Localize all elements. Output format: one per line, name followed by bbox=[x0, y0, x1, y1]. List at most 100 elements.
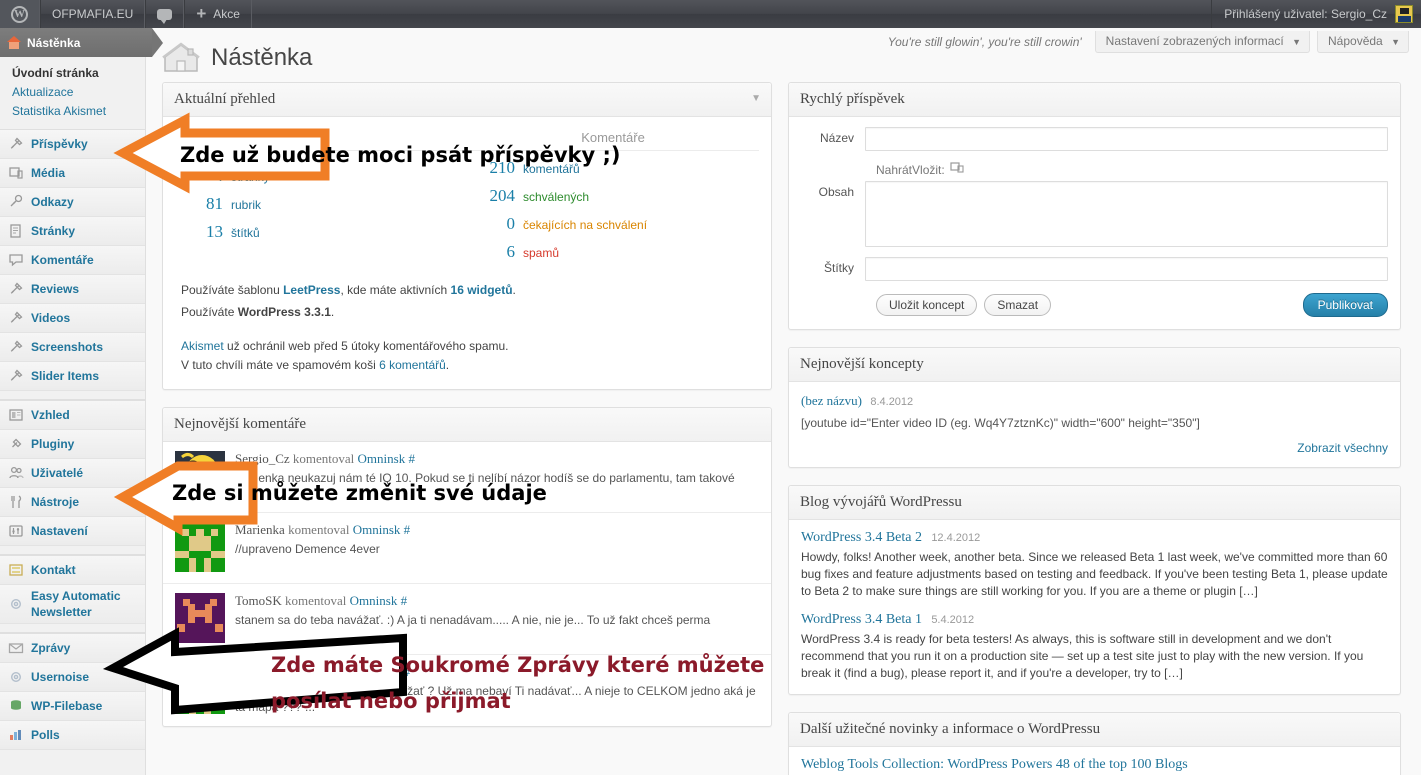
list-item[interactable]: Sergio_Cz komentoval Omninsk # Marienka … bbox=[163, 442, 771, 513]
rss-item-link[interactable]: WordPress 3.4 Beta 1 bbox=[801, 612, 922, 627]
submenu-item-akismet-stats[interactable]: Statistika Akismet bbox=[0, 102, 145, 121]
other-news-header[interactable]: Další užitečné novinky a informace o Wor… bbox=[789, 713, 1400, 747]
quickpress-title-row: Název bbox=[801, 127, 1388, 151]
right-now-label[interactable]: čekajících na schválení bbox=[523, 218, 647, 232]
sidebar-item-zpravy[interactable]: Zprávy bbox=[0, 634, 145, 663]
comment-meta: Sergio_Cz komentoval Omninsk # bbox=[235, 451, 759, 467]
sidebar-item-polls[interactable]: Polls bbox=[0, 721, 145, 750]
chevron-down-icon[interactable]: ▼ bbox=[751, 93, 761, 104]
sidebar-item-label: Slider Items bbox=[31, 369, 100, 383]
list-item: (bez názvu) 8.4.2012 bbox=[801, 392, 1388, 411]
sidebar-item-videos[interactable]: Videos bbox=[0, 304, 145, 333]
rss-item-link[interactable]: Weblog Tools Collection: WordPress Power… bbox=[801, 757, 1188, 772]
add-media-icon[interactable] bbox=[950, 161, 965, 178]
comment-post-link[interactable]: Omninsk bbox=[353, 664, 401, 679]
house-icon bbox=[162, 42, 200, 74]
new-content-menu[interactable]: + Akce bbox=[184, 0, 252, 28]
sidebar-item-easy-automatic-newsletter[interactable]: Easy Automatic Newsletter bbox=[0, 585, 145, 624]
comment-permalink[interactable]: # bbox=[401, 593, 408, 608]
spam-queue-link[interactable]: 6 komentářů bbox=[379, 358, 446, 372]
right-now-row: 0 čekajících na schválení bbox=[467, 210, 759, 238]
list-item[interactable]: Marienka komentoval Omninsk # //upraveno… bbox=[163, 513, 771, 584]
contact-icon bbox=[7, 561, 25, 579]
sidebar-item-label: Easy Automatic Newsletter bbox=[31, 589, 121, 619]
sidebar-item-reviews[interactable]: Reviews bbox=[0, 275, 145, 304]
comment-permalink[interactable]: # bbox=[404, 664, 411, 679]
right-now-label[interactable]: komentářů bbox=[523, 162, 580, 176]
quickpress-content-textarea[interactable] bbox=[865, 181, 1388, 247]
list-item[interactable]: Marienka komentoval Omninsk # Kedy sa pr… bbox=[163, 655, 771, 726]
akismet-line-1: už ochránil web před 5 útoky komentářové… bbox=[223, 339, 509, 353]
sidebar-item-pluginy[interactable]: Pluginy bbox=[0, 430, 145, 459]
submenu-item-updates[interactable]: Aktualizace bbox=[0, 83, 145, 102]
theme-note-end: . bbox=[512, 283, 516, 297]
screen-options-label: Nastavení zobrazených informací bbox=[1105, 34, 1284, 48]
recent-drafts-header[interactable]: Nejnovější koncepty bbox=[789, 348, 1400, 382]
new-content-label: Akce bbox=[213, 7, 240, 21]
save-draft-button[interactable]: Uložit koncept bbox=[876, 294, 978, 316]
chevron-down-icon: ▼ bbox=[1292, 37, 1302, 47]
publish-button[interactable]: Publikovat bbox=[1302, 293, 1388, 317]
rss-item-link[interactable]: WordPress 3.4 Beta 2 bbox=[801, 530, 922, 545]
version-note-end: . bbox=[330, 305, 335, 319]
right-now-theme-note: Používáte šablonu LeetPress, kde máte ak… bbox=[175, 266, 759, 323]
wp-logo-button[interactable] bbox=[0, 0, 40, 28]
comment-post-link[interactable]: Omninsk bbox=[353, 522, 401, 537]
submenu-item-home[interactable]: Úvodní stránka bbox=[0, 64, 145, 83]
comments-bubble-button[interactable] bbox=[145, 0, 185, 28]
sidebar-item-media[interactable]: Média bbox=[0, 159, 145, 188]
sidebar-item-slider-items[interactable]: Slider Items bbox=[0, 362, 145, 391]
widgets-link[interactable]: 16 widgetů bbox=[451, 283, 513, 297]
draft-title-link[interactable]: (bez názvu) bbox=[801, 393, 862, 408]
right-now-label[interactable]: stránky bbox=[231, 170, 270, 184]
recent-comments-header[interactable]: Nejnovější komentáře bbox=[163, 408, 771, 442]
right-now-label[interactable]: schválených bbox=[523, 190, 589, 204]
sidebar-item-dashboard[interactable]: Nástěnka bbox=[0, 28, 163, 57]
comment-post-link[interactable]: Omninsk bbox=[358, 451, 406, 466]
theme-link[interactable]: LeetPress bbox=[283, 283, 340, 297]
sidebar-item-nastaveni[interactable]: Nastavení bbox=[0, 517, 145, 546]
wordpress-blog-header[interactable]: Blog vývojářů WordPressu bbox=[789, 486, 1400, 520]
sidebar-item-label: Nástěnka bbox=[27, 35, 81, 50]
right-now-label[interactable]: rubrik bbox=[231, 198, 261, 212]
account-menu[interactable]: Přihlášený uživatel: Sergio_Cz bbox=[1211, 0, 1421, 28]
homer-simpson-avatar bbox=[175, 451, 225, 501]
help-label: Nápověda bbox=[1328, 34, 1383, 48]
sidebar-item-kontakt[interactable]: Kontakt bbox=[0, 556, 145, 585]
gear-icon bbox=[7, 595, 25, 613]
comment-post-link[interactable]: Omninsk bbox=[350, 593, 398, 608]
view-all-drafts-link[interactable]: Zobrazit všechny bbox=[1297, 441, 1388, 455]
screen-options-button[interactable]: Nastavení zobrazených informací ▼ bbox=[1094, 31, 1311, 53]
comment-permalink[interactable]: # bbox=[408, 451, 415, 466]
reset-button[interactable]: Smazat bbox=[984, 294, 1052, 316]
comment-body: Marienka komentoval Omninsk # //upraveno… bbox=[235, 522, 759, 572]
right-now-label[interactable]: štítků bbox=[231, 226, 260, 240]
comment-body: Sergio_Cz komentoval Omninsk # Marienka … bbox=[235, 451, 759, 501]
avatar bbox=[1395, 5, 1413, 23]
comment-icon bbox=[7, 251, 25, 269]
dashboard-submenu: Úvodní stránka Aktualizace Statistika Ak… bbox=[0, 57, 145, 129]
quickpress-tags-input[interactable] bbox=[865, 257, 1388, 281]
right-now-header[interactable]: Aktuální přehled ▼ bbox=[163, 83, 771, 117]
sidebar-item-stranky[interactable]: Stránky bbox=[0, 217, 145, 246]
sidebar-item-vzhled[interactable]: Vzhled bbox=[0, 401, 145, 430]
sidebar-item-uzivatele[interactable]: Uživatelé bbox=[0, 459, 145, 488]
sidebar-item-wp-filebase[interactable]: WP-Filebase bbox=[0, 692, 145, 721]
site-name-menu[interactable]: OFPMAFIA.EU bbox=[40, 0, 146, 28]
sidebar-item-odkazy[interactable]: Odkazy bbox=[0, 188, 145, 217]
comment-permalink[interactable]: # bbox=[404, 522, 411, 537]
sidebar-item-usernoise[interactable]: Usernoise bbox=[0, 663, 145, 692]
quickpress-media-buttons: NahrátVložit: bbox=[801, 161, 1388, 181]
wp-version-label: WordPress 3.3.1 bbox=[237, 305, 331, 319]
quickpress-header[interactable]: Rychlý příspěvek bbox=[789, 83, 1400, 117]
list-item[interactable]: TomoSK komentoval Omninsk # stanem sa do… bbox=[163, 584, 771, 655]
sidebar-item-prispevky[interactable]: Příspěvky bbox=[0, 130, 145, 159]
help-button[interactable]: Nápověda ▼ bbox=[1317, 31, 1409, 53]
sidebar-item-nastroje[interactable]: Nástroje bbox=[0, 488, 145, 517]
akismet-link[interactable]: Akismet bbox=[181, 339, 224, 353]
sidebar-item-screenshots[interactable]: Screenshots bbox=[0, 333, 145, 362]
sidebar-item-label: Vzhled bbox=[31, 408, 70, 422]
sidebar-item-komentare[interactable]: Komentáře bbox=[0, 246, 145, 275]
right-now-label[interactable]: spamů bbox=[523, 246, 559, 260]
quickpress-title-input[interactable] bbox=[865, 127, 1388, 151]
